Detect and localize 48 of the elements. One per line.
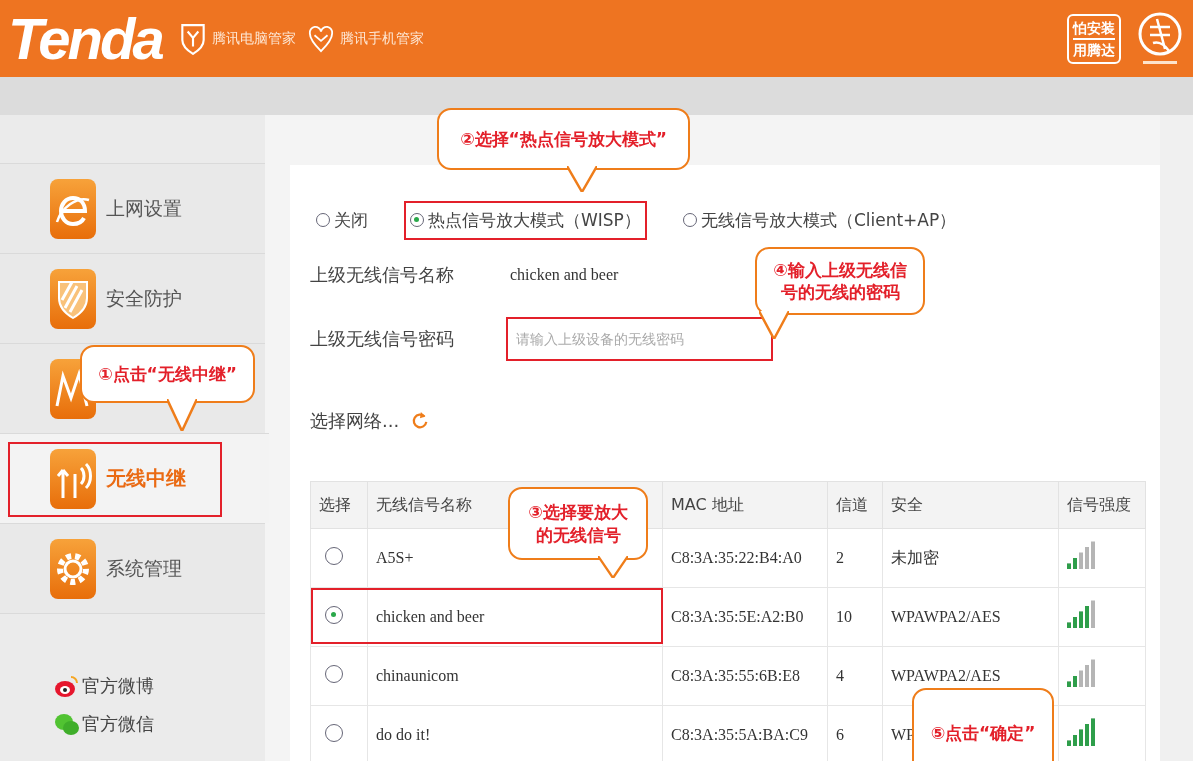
section-label: 选择网络... [310, 409, 400, 433]
table-cell: 2 [827, 528, 883, 588]
refresh-icon[interactable] [411, 411, 430, 431]
callout-text: ②选择“热点信号放大模式” [460, 127, 667, 151]
gear-icon [48, 537, 98, 600]
radio-button[interactable] [325, 724, 343, 742]
table-cell: 未加密 [882, 528, 1059, 588]
partner-label: 腾讯手机管家 [339, 29, 424, 48]
slogan-text: 用腾达 [1073, 37, 1115, 60]
social-link[interactable]: 官方微信 [82, 712, 154, 736]
sidebar-label: 无线中继 [106, 465, 186, 492]
table-cell: WPAWPA2/AES [882, 587, 1059, 647]
antenna-icon [48, 447, 98, 510]
table-cell: C8:3A:35:55:6B:E8 [662, 646, 828, 706]
field-label: 上级无线信号密码 [310, 327, 455, 351]
radio-button[interactable] [325, 665, 343, 683]
slogan-text: 怕安装 [1073, 18, 1115, 38]
table-cell: C8:3A:35:5E:A2:B0 [662, 587, 828, 647]
network-name-value: chicken and beer [510, 266, 619, 284]
column-header: 安全 [882, 481, 1059, 529]
radio-button[interactable] [325, 547, 343, 565]
column-header: MAC 地址 [662, 481, 828, 529]
shield-icon [48, 267, 98, 330]
table-cell: C8:3A:35:22:B4:A0 [662, 528, 828, 588]
brand-logo: Tenda [8, 5, 162, 72]
sidebar-label: 系统管理 [106, 555, 182, 581]
table-cell: 10 [827, 587, 883, 647]
mode-radio[interactable]: 热点信号放大模式（WISP） [404, 200, 647, 240]
callout-text: ①点击“无线中继” [98, 362, 237, 386]
column-header: 信道 [827, 481, 883, 529]
field-label: 上级无线信号名称 [310, 263, 455, 287]
callout-text: ⑤点击“确定” [930, 721, 1036, 745]
mode-radio[interactable]: 无线信号放大模式（Client+AP） [676, 200, 963, 240]
sidebar-label: 安全防护 [106, 285, 182, 311]
partner-label: 腾讯电脑管家 [211, 29, 296, 48]
column-header: 选择 [310, 481, 368, 529]
wechat-icon [54, 712, 80, 736]
callout-text: ④输入上级无线信号的无线的密码 [772, 258, 908, 304]
sidebar-label: 上网设置 [106, 195, 182, 221]
column-header: 信号强度 [1058, 481, 1146, 529]
mode-radio[interactable]: 关闭 [310, 200, 374, 240]
weibo-icon [54, 674, 80, 698]
table-cell: chinaunicom [367, 646, 663, 706]
browser-icon [48, 177, 98, 240]
shield-icon [179, 22, 206, 55]
radio-button[interactable] [325, 606, 343, 624]
social-link[interactable]: 官方微博 [82, 674, 154, 698]
table-cell: 4 [827, 646, 883, 706]
